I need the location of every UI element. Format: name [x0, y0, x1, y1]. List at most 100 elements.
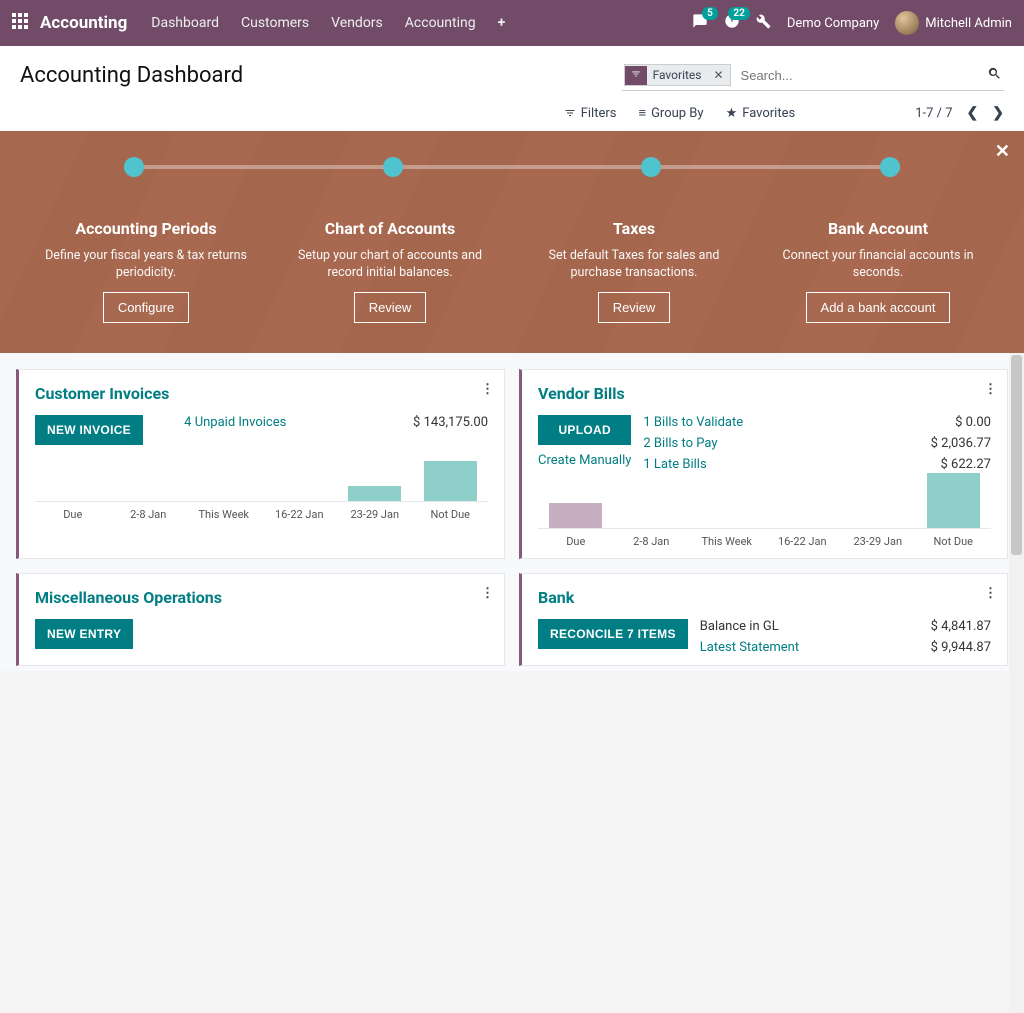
- configure-button[interactable]: Configure: [103, 292, 189, 323]
- add-bank-button[interactable]: Add a bank account: [806, 292, 951, 323]
- create-manually-link[interactable]: Create Manually: [538, 453, 631, 468]
- search-input[interactable]: [739, 67, 1002, 84]
- card-title[interactable]: Customer Invoices: [35, 384, 488, 403]
- balance-gl-value: $ 4,841.87: [931, 619, 991, 634]
- progress-line: [124, 165, 900, 169]
- groupby-label: Group By: [651, 106, 704, 121]
- latest-statement-link[interactable]: Latest Statement: [700, 640, 931, 655]
- pager-prev-icon[interactable]: ❮: [967, 105, 979, 121]
- app-brand[interactable]: Accounting: [40, 13, 127, 33]
- balance-gl-label: Balance in GL: [700, 619, 931, 634]
- avatar: [895, 11, 919, 35]
- vendor-bills-stats: 1 Bills to Validate$ 0.00 2 Bills to Pay…: [643, 415, 991, 472]
- new-invoice-button[interactable]: NEW INVOICE: [35, 415, 143, 445]
- page-title: Accounting Dashboard: [20, 63, 243, 88]
- star-icon: ★: [726, 106, 738, 121]
- apps-icon[interactable]: [12, 13, 28, 34]
- filters-button[interactable]: Filters: [564, 106, 617, 121]
- control-panel: Accounting Dashboard Favorites ✕ Filters: [0, 46, 1024, 131]
- scrollbar-thumb[interactable]: [1011, 355, 1022, 555]
- review-taxes-button[interactable]: Review: [598, 292, 671, 323]
- debug-icon[interactable]: [756, 14, 771, 33]
- card-title[interactable]: Vendor Bills: [538, 384, 991, 403]
- step-desc: Set default Taxes for sales and purchase…: [524, 248, 744, 282]
- pager-next-icon[interactable]: ❯: [992, 105, 1004, 121]
- nav-dashboard[interactable]: Dashboard: [151, 15, 219, 31]
- step-title: Taxes: [613, 219, 655, 238]
- step-title: Chart of Accounts: [325, 219, 455, 238]
- pager: 1-7 / 7 ❮ ❯: [915, 105, 1004, 121]
- company-switcher[interactable]: Demo Company: [787, 16, 879, 31]
- card-vendor-bills: ⋮ Vendor Bills UPLOAD Create Manually 1 …: [519, 369, 1008, 559]
- nav-accounting[interactable]: Accounting: [405, 15, 476, 31]
- card-title[interactable]: Miscellaneous Operations: [35, 588, 488, 607]
- card-menu-icon[interactable]: ⋮: [481, 382, 494, 397]
- card-misc-operations: ⋮ Miscellaneous Operations NEW ENTRY: [16, 573, 505, 666]
- review-coa-button[interactable]: Review: [354, 292, 427, 323]
- filters-label: Filters: [581, 106, 617, 121]
- groupby-button[interactable]: ≡ Group By: [638, 105, 703, 121]
- nav-right: 5 22 Demo Company Mitchell Admin: [692, 11, 1012, 35]
- onboard-step-coa: Chart of Accounts Setup your chart of ac…: [268, 219, 512, 323]
- activities-icon[interactable]: 22: [724, 13, 740, 33]
- user-menu[interactable]: Mitchell Admin: [895, 11, 1012, 35]
- progress-dot-4: [880, 157, 900, 177]
- bills-late-amount: $ 622.27: [941, 457, 992, 472]
- card-bank: ⋮ Bank RECONCILE 7 ITEMS Balance in GL$ …: [519, 573, 1008, 666]
- bills-late-link[interactable]: 1 Late Bills: [643, 457, 940, 472]
- favorites-button[interactable]: ★ Favorites: [726, 106, 796, 121]
- step-desc: Define your fiscal years & tax returns p…: [36, 248, 256, 282]
- bills-validate-link[interactable]: 1 Bills to Validate: [643, 415, 955, 430]
- step-title: Bank Account: [828, 219, 928, 238]
- onboard-step-bank: Bank Account Connect your financial acco…: [756, 219, 1000, 323]
- step-desc: Setup your chart of accounts and record …: [280, 248, 500, 282]
- facet-label: Favorites: [647, 65, 708, 85]
- user-name: Mitchell Admin: [925, 16, 1012, 31]
- onboard-step-taxes: Taxes Set default Taxes for sales and pu…: [512, 219, 756, 323]
- search-bar[interactable]: Favorites ✕: [622, 60, 1004, 91]
- filter-icon: [625, 66, 647, 85]
- onboard-step-periods: Accounting Periods Define your fiscal ye…: [24, 219, 268, 323]
- unpaid-invoices-link[interactable]: 4 Unpaid Invoices: [155, 415, 316, 430]
- card-menu-icon[interactable]: ⋮: [984, 382, 997, 397]
- bills-pay-link[interactable]: 2 Bills to Pay: [643, 436, 930, 451]
- progress-dot-3: [641, 157, 661, 177]
- messages-icon[interactable]: 5: [692, 13, 708, 33]
- nav-menu: Dashboard Customers Vendors Accounting +: [151, 15, 505, 31]
- favorites-label: Favorites: [742, 106, 795, 121]
- card-customer-invoices: ⋮ Customer Invoices NEW INVOICE 4 Unpaid…: [16, 369, 505, 559]
- onboarding-banner: ✕ Accounting Periods Define your fiscal …: [0, 131, 1024, 353]
- reconcile-button[interactable]: RECONCILE 7 ITEMS: [538, 619, 688, 649]
- search-icon[interactable]: [987, 66, 1002, 85]
- step-title: Accounting Periods: [75, 219, 216, 238]
- messages-badge: 5: [702, 7, 718, 20]
- groupby-icon: ≡: [638, 105, 646, 121]
- search-facet-favorites: Favorites ✕: [624, 64, 731, 86]
- progress-dot-1: [124, 157, 144, 177]
- progress-dot-2: [383, 157, 403, 177]
- card-menu-icon[interactable]: ⋮: [984, 586, 997, 601]
- vertical-scrollbar[interactable]: [1009, 353, 1024, 1013]
- card-title[interactable]: Bank: [538, 588, 991, 607]
- customer-invoices-chart: Due2-8 JanThis Week16-22 Jan23-29 JanNot…: [35, 461, 488, 521]
- nav-plus-icon[interactable]: +: [498, 15, 506, 31]
- vendor-bills-chart: Due2-8 JanThis Week16-22 Jan23-29 JanNot…: [538, 488, 991, 548]
- search-toolbar: Filters ≡ Group By ★ Favorites: [564, 105, 796, 121]
- unpaid-invoices-amount: $ 143,175.00: [328, 415, 489, 430]
- upload-button[interactable]: UPLOAD: [538, 415, 631, 445]
- nav-vendors[interactable]: Vendors: [331, 15, 383, 31]
- close-icon[interactable]: ✕: [995, 141, 1010, 162]
- pager-value[interactable]: 1-7 / 7: [915, 106, 952, 121]
- kanban-dashboard: ⋮ Customer Invoices NEW INVOICE 4 Unpaid…: [0, 353, 1024, 671]
- bank-stats: Balance in GL$ 4,841.87 Latest Statement…: [700, 619, 991, 655]
- step-desc: Connect your financial accounts in secon…: [768, 248, 988, 282]
- facet-remove-icon[interactable]: ✕: [707, 65, 729, 85]
- bills-pay-amount: $ 2,036.77: [931, 436, 991, 451]
- activities-badge: 22: [728, 7, 749, 20]
- nav-customers[interactable]: Customers: [241, 15, 309, 31]
- latest-statement-value: $ 9,944.87: [931, 640, 991, 655]
- new-entry-button[interactable]: NEW ENTRY: [35, 619, 133, 649]
- main-navbar: Accounting Dashboard Customers Vendors A…: [0, 0, 1024, 46]
- bills-validate-amount: $ 0.00: [955, 415, 991, 430]
- card-menu-icon[interactable]: ⋮: [481, 586, 494, 601]
